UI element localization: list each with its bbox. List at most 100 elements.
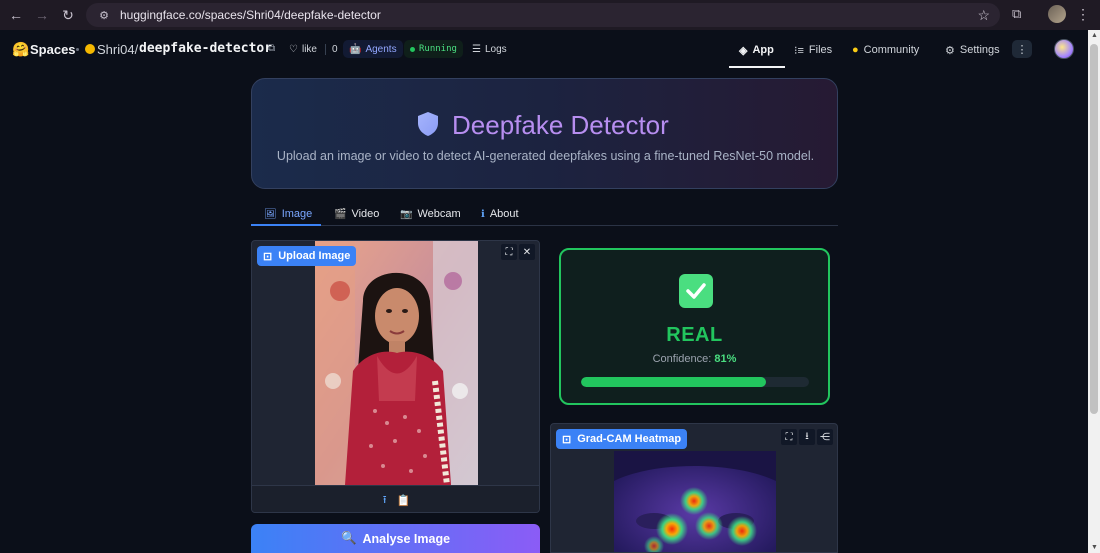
heatmap-tools: ⛶ ⭳ ⋲ <box>781 429 833 445</box>
heart-icon: ♡ <box>289 43 298 55</box>
more-options-button[interactable]: ⋮ <box>1012 40 1032 58</box>
tab-files[interactable]: ⁝≡ Files <box>794 40 832 60</box>
owner-link[interactable]: Shri04/ <box>97 42 138 57</box>
logs-icon: ☰ <box>472 43 481 55</box>
owner-avatar[interactable] <box>85 44 95 54</box>
status-badge[interactable]: Running <box>404 40 463 58</box>
input-tabs: 🖼 Image 🎬 Video 📷 Webcam ℹ About <box>251 206 838 226</box>
like-label: like <box>301 43 317 55</box>
like-count: 0 <box>324 43 338 55</box>
reload-icon[interactable]: ↻ <box>55 2 81 28</box>
active-tab-underline <box>729 66 785 68</box>
image-icon: ⊡ <box>263 250 273 263</box>
tab-app[interactable]: ◈ App <box>739 40 774 60</box>
tab-video[interactable]: 🎬 Video <box>334 208 379 220</box>
hugging-face-logo-icon[interactable]: 🤗 <box>12 41 29 58</box>
fullscreen-icon[interactable]: ⛶ <box>501 244 517 260</box>
fullscreen-icon[interactable]: ⛶ <box>781 429 797 445</box>
browser-toolbar: ← → ↻ ⚙ huggingface.co/spaces/Shri04/dee… <box>0 0 1100 30</box>
page-title: Deepfake Detector <box>452 110 669 140</box>
check-icon <box>679 274 713 308</box>
confidence-value: 81% <box>714 353 737 365</box>
tab-about[interactable]: ℹ About <box>481 208 519 220</box>
tab-community-label: Community <box>863 44 920 56</box>
verdict-label: REAL <box>666 324 723 346</box>
page-subtitle: Upload an image or video to detect AI-ge… <box>276 149 815 163</box>
bookmark-star-icon[interactable]: ☆ <box>977 7 990 24</box>
status-dot-icon <box>410 46 415 52</box>
gear-icon: ⚙ <box>945 44 955 57</box>
upload-image-label-text: Upload Image <box>278 250 351 262</box>
spaces-link[interactable]: Spaces <box>30 42 76 57</box>
camera-icon: 📷 <box>400 208 413 220</box>
video-icon: 🎬 <box>334 208 347 220</box>
tab-image-label: Image <box>281 208 313 220</box>
address-bar[interactable]: ⚙ huggingface.co/spaces/Shri04/deepfake-… <box>86 3 1000 27</box>
tab-video-label: Video <box>351 208 380 220</box>
heatmap-overlay-image <box>614 451 776 552</box>
upload-footer: ⭱ 📋 <box>252 485 539 512</box>
active-tab-underline <box>251 224 321 226</box>
heatmap-image <box>614 451 776 552</box>
copy-icon[interactable]: ⧉ <box>268 43 275 54</box>
agents-badge[interactable]: 🤖 Agents <box>343 40 403 58</box>
page-scrollbar[interactable]: ▲ ▼ <box>1088 30 1100 553</box>
back-arrow-icon[interactable]: ← <box>3 2 29 28</box>
tab-settings[interactable]: ⚙ Settings <box>945 40 1000 60</box>
hf-header: 🤗 Spaces Shri04/ deepfake-detector ⧉ ♡ l… <box>0 30 1088 68</box>
site-info-icon[interactable]: ⚙ <box>96 7 112 23</box>
gradcam-heatmap-label-text: Grad-CAM Heatmap <box>577 433 682 445</box>
image-icon: 🖼 <box>264 208 277 220</box>
gradcam-heatmap-label: ⊡ Grad-CAM Heatmap <box>556 429 688 449</box>
result-card: REAL Confidence: 81% <box>559 248 830 405</box>
robot-icon: 🤖 <box>349 43 362 55</box>
repo-name[interactable]: deepfake-detector <box>139 41 272 56</box>
like-button[interactable]: ♡ like 0 <box>289 40 338 58</box>
tab-about-label: About <box>489 208 519 220</box>
upload-icon[interactable]: ⭱ <box>383 491 387 510</box>
scroll-down-icon[interactable]: ▼ <box>1091 544 1098 551</box>
scroll-up-icon[interactable]: ▲ <box>1091 32 1098 39</box>
image-icon: ⊡ <box>562 433 572 446</box>
shield-icon <box>418 112 438 136</box>
app-icon: ◈ <box>739 44 748 57</box>
scrollbar-thumb[interactable] <box>1090 44 1098 414</box>
portrait-image <box>315 241 478 485</box>
tab-community[interactable]: ● Community <box>852 40 919 60</box>
agents-label: Agents <box>365 43 397 55</box>
gradcam-heatmap-panel: ⊡ Grad-CAM Heatmap ⛶ ⭳ ⋲ <box>550 423 838 553</box>
info-icon: ℹ <box>481 208 485 220</box>
clipboard-icon[interactable]: 📋 <box>397 494 411 507</box>
user-avatar[interactable] <box>1054 39 1074 59</box>
tab-image[interactable]: 🖼 Image <box>264 208 312 220</box>
header-separator <box>76 48 79 51</box>
tab-files-label: Files <box>808 44 833 56</box>
magnifier-icon: 🔍 <box>340 531 357 545</box>
extensions-icon[interactable]: ⧉ <box>1012 6 1028 22</box>
tab-app-label: App <box>752 44 774 56</box>
confidence-label: Confidence: <box>652 353 712 365</box>
files-icon: ⁝≡ <box>794 44 804 57</box>
tab-webcam-label: Webcam <box>417 208 461 220</box>
close-icon[interactable]: ✕ <box>519 244 535 260</box>
community-icon: ● <box>852 44 859 56</box>
browser-menu-icon[interactable]: ⋮ <box>1076 6 1090 23</box>
hero-card: Deepfake Detector Upload an image or vid… <box>251 78 838 189</box>
confidence-bar <box>581 377 809 387</box>
confidence-bar-fill <box>581 377 766 387</box>
uploaded-photo <box>315 241 478 485</box>
upload-tools: ⛶ ✕ <box>501 244 535 260</box>
tab-webcam[interactable]: 📷 Webcam <box>400 208 461 220</box>
logs-button[interactable]: ☰ Logs <box>466 40 513 58</box>
confidence-text: Confidence: 81% <box>561 353 828 365</box>
analyse-image-button[interactable]: 🔍 Analyse Image <box>251 524 540 553</box>
upload-image-label: ⊡ Upload Image <box>257 246 357 266</box>
share-icon[interactable]: ⋲ <box>817 429 833 445</box>
download-icon[interactable]: ⭳ <box>799 429 815 445</box>
forward-arrow-icon[interactable]: → <box>29 2 55 28</box>
url-text[interactable]: huggingface.co/spaces/Shri04/deepfake-de… <box>120 8 381 22</box>
status-label: Running <box>419 44 457 54</box>
logs-label: Logs <box>484 43 507 55</box>
upload-image-panel[interactable]: ⊡ Upload Image ⛶ ✕ ⭱ 📋 <box>251 240 540 513</box>
browser-profile-avatar[interactable] <box>1048 5 1066 23</box>
